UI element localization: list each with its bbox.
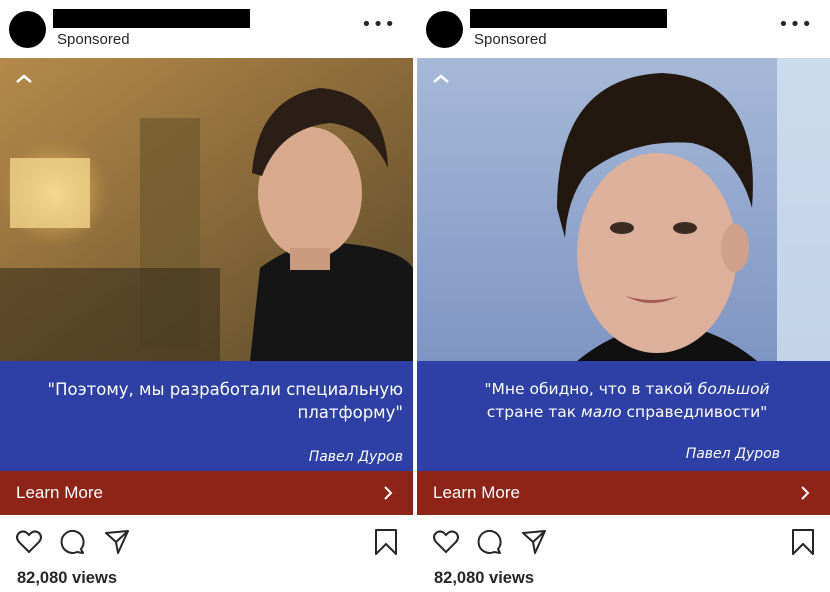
action-bar (417, 528, 830, 558)
quote-banner: "Мне обидно, что в такой большой стране … (417, 361, 830, 471)
learn-more-label: Learn More (433, 483, 520, 502)
share-icon[interactable] (103, 528, 131, 556)
comment-icon[interactable] (59, 528, 87, 556)
action-bar (0, 528, 413, 558)
redacted-account-name[interactable] (470, 9, 667, 28)
views-count: 82,080 views (17, 569, 117, 587)
comment-icon[interactable] (476, 528, 504, 556)
quote-banner: "Поэтому, мы разработали специальную пла… (0, 361, 413, 471)
chevron-right-icon (801, 486, 810, 500)
collapse-chevron-icon[interactable] (431, 72, 451, 86)
avatar[interactable] (426, 11, 463, 48)
sponsored-post-1: Sponsored ••• "Поэтому, мы разработали с… (0, 0, 413, 592)
collapse-chevron-icon[interactable] (14, 72, 34, 86)
redacted-account-name[interactable] (53, 9, 250, 28)
post-header: Sponsored ••• (417, 0, 830, 58)
quote-part: справедливости" (621, 403, 768, 421)
more-options-icon[interactable]: ••• (778, 14, 813, 35)
learn-more-button[interactable]: Learn More (417, 471, 830, 515)
post-header: Sponsored ••• (0, 0, 413, 58)
quote-author: Павел Дуров (308, 449, 403, 465)
learn-more-button[interactable]: Learn More (0, 471, 413, 515)
avatar[interactable] (9, 11, 46, 48)
ad-photo[interactable] (417, 58, 830, 361)
chevron-right-icon (384, 486, 393, 500)
portrait-photo (0, 58, 413, 361)
heart-icon[interactable] (432, 528, 460, 556)
sponsored-post-2: Sponsored ••• "Мне обидно, что в такой б… (417, 0, 830, 592)
quote-text: "Поэтому, мы разработали специальную пла… (47, 380, 403, 422)
learn-more-label: Learn More (16, 483, 103, 502)
share-icon[interactable] (520, 528, 548, 556)
sponsored-label: Sponsored (57, 31, 130, 48)
bookmark-icon[interactable] (372, 528, 400, 556)
quote-part: стране так (486, 403, 582, 421)
bookmark-icon[interactable] (789, 528, 817, 556)
quote-part: "Мне обидно, что в такой (484, 380, 698, 398)
quote-text: "Мне обидно, что в такой большой стране … (457, 378, 797, 424)
quote-author: Павел Дуров (685, 446, 780, 462)
sponsored-label: Sponsored (474, 31, 547, 48)
more-options-icon[interactable]: ••• (361, 14, 396, 35)
portrait-photo (417, 58, 830, 361)
quote-emphasis: большой (697, 380, 770, 398)
views-count: 82,080 views (434, 569, 534, 587)
heart-icon[interactable] (15, 528, 43, 556)
ad-photo[interactable] (0, 58, 413, 361)
quote-emphasis: мало (581, 403, 622, 421)
